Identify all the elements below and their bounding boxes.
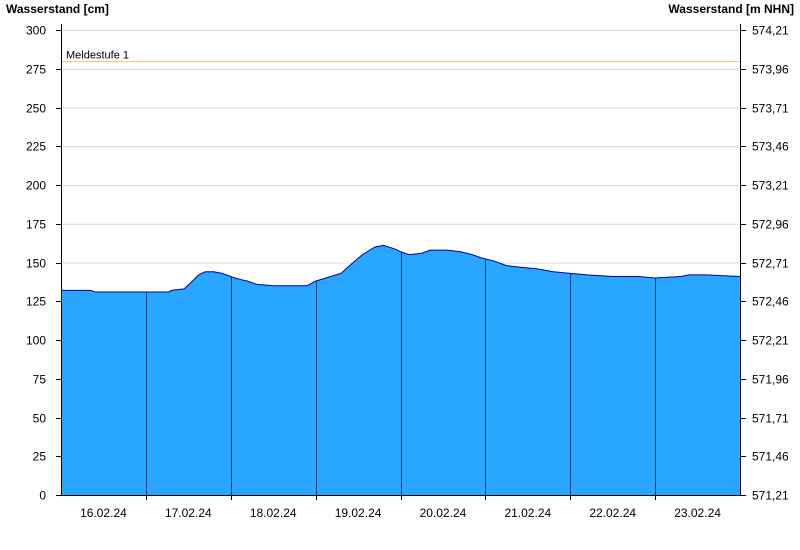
y-tick-label-left: 125	[26, 295, 46, 309]
threshold-layer: Meldestufe 1	[61, 50, 740, 62]
y-tick-label-right: 573,96	[752, 63, 789, 77]
y-tick-label-right: 573,71	[752, 102, 789, 116]
y-tick-label-right: 571,46	[752, 450, 789, 464]
y-tick-label-left: 50	[33, 412, 47, 426]
water-level-area	[61, 245, 740, 495]
x-tick-label: 23.02.24	[674, 506, 721, 520]
x-tick-label: 16.02.24	[80, 506, 127, 520]
y-tick-label-left: 175	[26, 218, 46, 232]
y-tick-label-right: 571,21	[752, 489, 789, 503]
y-tick-label-left: 75	[33, 373, 47, 387]
y-tick-label-right: 571,71	[752, 412, 789, 426]
y-tick-label-right: 573,21	[752, 179, 789, 193]
y-tick-label-right: 572,96	[752, 218, 789, 232]
x-tick-label: 18.02.24	[250, 506, 297, 520]
area-layer	[61, 244, 741, 495]
y-tick-label-left: 200	[26, 179, 46, 193]
y-tick-label-left: 300	[26, 24, 46, 38]
y-tick-label-right: 574,21	[752, 24, 789, 38]
threshold-label: Meldestufe 1	[66, 50, 129, 62]
x-tick-label: 20.02.24	[420, 506, 467, 520]
y-tick-label-left: 275	[26, 63, 46, 77]
y-tick-label-left: 25	[33, 450, 47, 464]
x-tick-label: 22.02.24	[589, 506, 636, 520]
water-level-chart: Meldestufe 1 0 571,21 25 571,46 50 571,71 75 57…	[26, 24, 789, 521]
y-tick-label-right: 571,96	[752, 373, 789, 387]
y-tick-label-right: 572,46	[752, 295, 789, 309]
y-tick-label-left: 225	[26, 140, 46, 154]
y-tick-label-right: 572,21	[752, 334, 789, 348]
y-tick-label-left: 150	[26, 257, 46, 271]
y-tick-label-right: 572,71	[752, 257, 789, 271]
x-tick-label: 17.02.24	[165, 506, 212, 520]
y-tick-label-right: 573,46	[752, 140, 789, 154]
y-tick-label-left: 0	[39, 489, 46, 503]
x-tick-label: 19.02.24	[335, 506, 382, 520]
y-tick-label-left: 100	[26, 334, 46, 348]
x-tick-label: 21.02.24	[504, 506, 551, 520]
y-tick-label-left: 250	[26, 102, 46, 116]
